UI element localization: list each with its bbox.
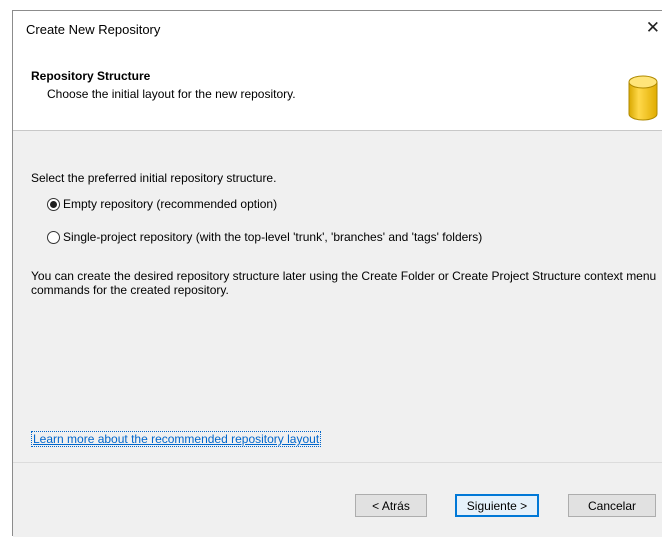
page-subtitle: Choose the initial layout for the new re… xyxy=(47,87,296,101)
info-text: You can create the desired repository st… xyxy=(31,269,657,297)
cancel-button[interactable]: Cancelar xyxy=(568,494,656,517)
wizard-content: Select the preferred initial repository … xyxy=(13,132,662,462)
wizard-header: Repository Structure Choose the initial … xyxy=(13,45,662,131)
close-icon[interactable]: ✕ xyxy=(646,18,660,38)
create-repository-dialog: Create New Repository ✕ Repository Struc… xyxy=(12,10,662,537)
back-button[interactable]: < Atrás xyxy=(355,494,427,517)
radio-single-project[interactable] xyxy=(47,230,60,244)
radio-empty-repository[interactable] xyxy=(47,197,60,211)
option-empty-repository-label: Empty repository (recommended option) xyxy=(63,197,278,211)
option-single-project-label: Single-project repository (with the top-… xyxy=(63,230,483,244)
option-empty-repository[interactable]: Empty repository (recommended option) xyxy=(47,197,277,211)
window-title: Create New Repository xyxy=(26,22,161,37)
option-single-project[interactable]: Single-project repository (with the top-… xyxy=(47,230,482,244)
structure-prompt: Select the preferred initial repository … xyxy=(31,171,277,185)
title-bar: Create New Repository ✕ xyxy=(13,11,662,45)
learn-more-link[interactable]: Learn more about the recommended reposit… xyxy=(31,431,322,447)
database-icon xyxy=(628,75,658,121)
page-title: Repository Structure xyxy=(31,69,151,83)
next-button[interactable]: Siguiente > xyxy=(455,494,539,517)
